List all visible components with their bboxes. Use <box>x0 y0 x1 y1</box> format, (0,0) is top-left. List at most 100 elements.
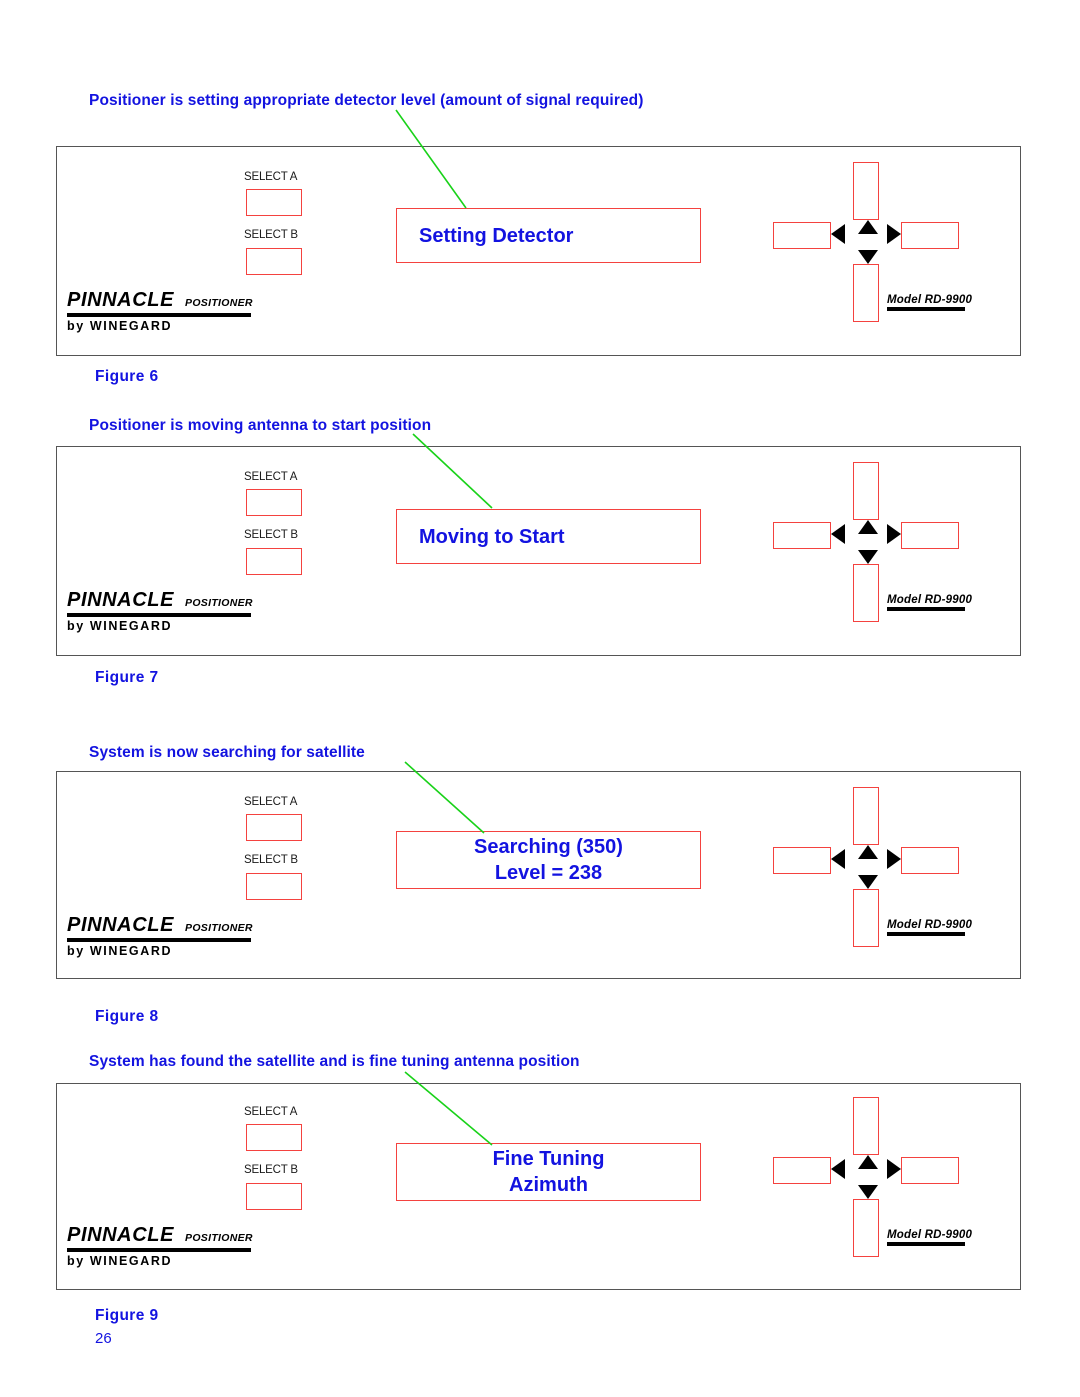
select-a-label: SELECT A <box>244 796 298 808</box>
select-b-label: SELECT B <box>244 854 298 866</box>
model-label: Model RD-9900 <box>887 594 973 606</box>
left-button[interactable] <box>773 1157 831 1184</box>
model-label: Model RD-9900 <box>887 1229 973 1241</box>
brand-winegard-text: by WINEGARD <box>67 1254 173 1268</box>
model-underline <box>887 607 965 611</box>
model-underline <box>887 1242 965 1246</box>
right-button[interactable] <box>901 222 959 249</box>
down-button[interactable] <box>853 564 879 622</box>
model-badge: Model RD-9900 <box>887 294 973 311</box>
select-b-button[interactable] <box>246 873 302 900</box>
brand-positioner-text: POSITIONER <box>185 1232 253 1244</box>
arrow-up-icon <box>858 520 878 534</box>
section-caption-2: Positioner is moving antenna to start po… <box>89 417 432 434</box>
up-button[interactable] <box>853 1097 879 1155</box>
brand-pinnacle-text: PINNACLE <box>67 1224 175 1246</box>
arrow-left-icon <box>831 524 845 544</box>
arrow-up-icon <box>858 845 878 859</box>
down-button[interactable] <box>853 1199 879 1257</box>
left-button[interactable] <box>773 222 831 249</box>
left-button[interactable] <box>773 847 831 874</box>
select-a-button[interactable] <box>246 189 302 216</box>
select-b-label: SELECT B <box>244 229 298 241</box>
figure-label-1: Figure 6 <box>95 368 159 385</box>
brand-positioner-text: POSITIONER <box>185 297 253 309</box>
up-button[interactable] <box>853 162 879 220</box>
up-button[interactable] <box>853 787 879 845</box>
figure-label-2: Figure 7 <box>95 669 159 686</box>
model-badge: Model RD-9900 <box>887 594 973 611</box>
lcd-display-4: Fine Tuning Azimuth <box>396 1143 701 1201</box>
arrow-left-icon <box>831 1159 845 1179</box>
page-number: 26 <box>95 1330 112 1347</box>
select-b-label: SELECT B <box>244 529 298 541</box>
arrow-down-icon <box>858 550 878 564</box>
arrow-up-icon <box>858 1155 878 1169</box>
brand-pinnacle-text: PINNACLE <box>67 914 175 936</box>
arrow-up-icon <box>858 220 878 234</box>
arrow-right-icon <box>887 224 901 244</box>
brand-underline <box>67 313 251 317</box>
select-a-label: SELECT A <box>244 471 298 483</box>
brand-pinnacle-text: PINNACLE <box>67 589 175 611</box>
lcd-display-3: Searching (350) Level = 238 <box>396 831 701 889</box>
lcd-line-1: Fine Tuning <box>492 1148 605 1170</box>
lcd-line-1: Setting Detector <box>419 224 574 247</box>
brand-winegard-text: by WINEGARD <box>67 319 173 333</box>
figure-label-4: Figure 9 <box>95 1307 159 1324</box>
select-a-label: SELECT A <box>244 1106 298 1118</box>
model-label: Model RD-9900 <box>887 919 973 931</box>
brand-logo: PINNACLE POSITIONER by WINEGARD <box>67 589 252 633</box>
brand-underline <box>67 1248 251 1252</box>
arrow-down-icon <box>858 875 878 889</box>
select-a-button[interactable] <box>246 1124 302 1151</box>
model-badge: Model RD-9900 <box>887 1229 973 1246</box>
brand-winegard-text: by WINEGARD <box>67 944 173 958</box>
brand-logo: PINNACLE POSITIONER by WINEGARD <box>67 1224 253 1268</box>
lcd-line-1: Searching (350) <box>474 836 623 858</box>
select-a-button[interactable] <box>246 489 302 516</box>
figure-label-3: Figure 8 <box>95 1008 159 1025</box>
section-caption-3: System is now searching for satellite <box>89 744 365 761</box>
right-button[interactable] <box>901 522 959 549</box>
left-button[interactable] <box>773 522 831 549</box>
lcd-line-2: Level = 238 <box>494 862 603 884</box>
select-b-label: SELECT B <box>244 1164 298 1176</box>
right-button[interactable] <box>901 847 959 874</box>
lcd-line-1: Moving to Start <box>419 525 565 548</box>
model-badge: Model RD-9900 <box>887 919 973 936</box>
arrow-left-icon <box>831 224 845 244</box>
brand-underline <box>67 613 251 617</box>
select-b-button[interactable] <box>246 548 302 575</box>
brand-underline <box>67 938 251 942</box>
arrow-left-icon <box>831 849 845 869</box>
lcd-display-1: Setting Detector <box>396 208 701 263</box>
up-button[interactable] <box>853 462 879 520</box>
select-b-button[interactable] <box>246 1183 302 1210</box>
brand-winegard-text: by WINEGARD <box>67 619 173 633</box>
select-b-button[interactable] <box>246 248 302 275</box>
model-label: Model RD-9900 <box>887 294 973 306</box>
down-button[interactable] <box>853 889 879 947</box>
down-button[interactable] <box>853 264 879 322</box>
brand-positioner-text: POSITIONER <box>185 922 253 934</box>
select-a-button[interactable] <box>246 814 302 841</box>
positioner-panel-4: SELECT A SELECT B Fine Tuning Azimuth PI… <box>56 1083 1021 1290</box>
brand-pinnacle-text: PINNACLE <box>67 289 175 311</box>
lcd-display-2: Moving to Start <box>396 509 701 564</box>
document-page: Positioner is setting appropriate detect… <box>0 0 1080 1397</box>
select-a-label: SELECT A <box>244 171 298 183</box>
right-button[interactable] <box>901 1157 959 1184</box>
arrow-right-icon <box>887 1159 901 1179</box>
brand-logo: PINNACLE POSITIONER by WINEGARD <box>67 289 253 333</box>
arrow-down-icon <box>858 1185 878 1199</box>
model-underline <box>887 307 965 311</box>
brand-logo: PINNACLE POSITIONER by WINEGARD <box>67 914 253 958</box>
arrow-right-icon <box>887 849 901 869</box>
model-underline <box>887 932 965 936</box>
arrow-right-icon <box>887 524 901 544</box>
arrow-down-icon <box>858 250 878 264</box>
lcd-line-2: Azimuth <box>509 1174 588 1196</box>
section-caption-1: Positioner is setting appropriate detect… <box>89 92 644 109</box>
section-caption-4: System has found the satellite and is fi… <box>89 1053 580 1070</box>
